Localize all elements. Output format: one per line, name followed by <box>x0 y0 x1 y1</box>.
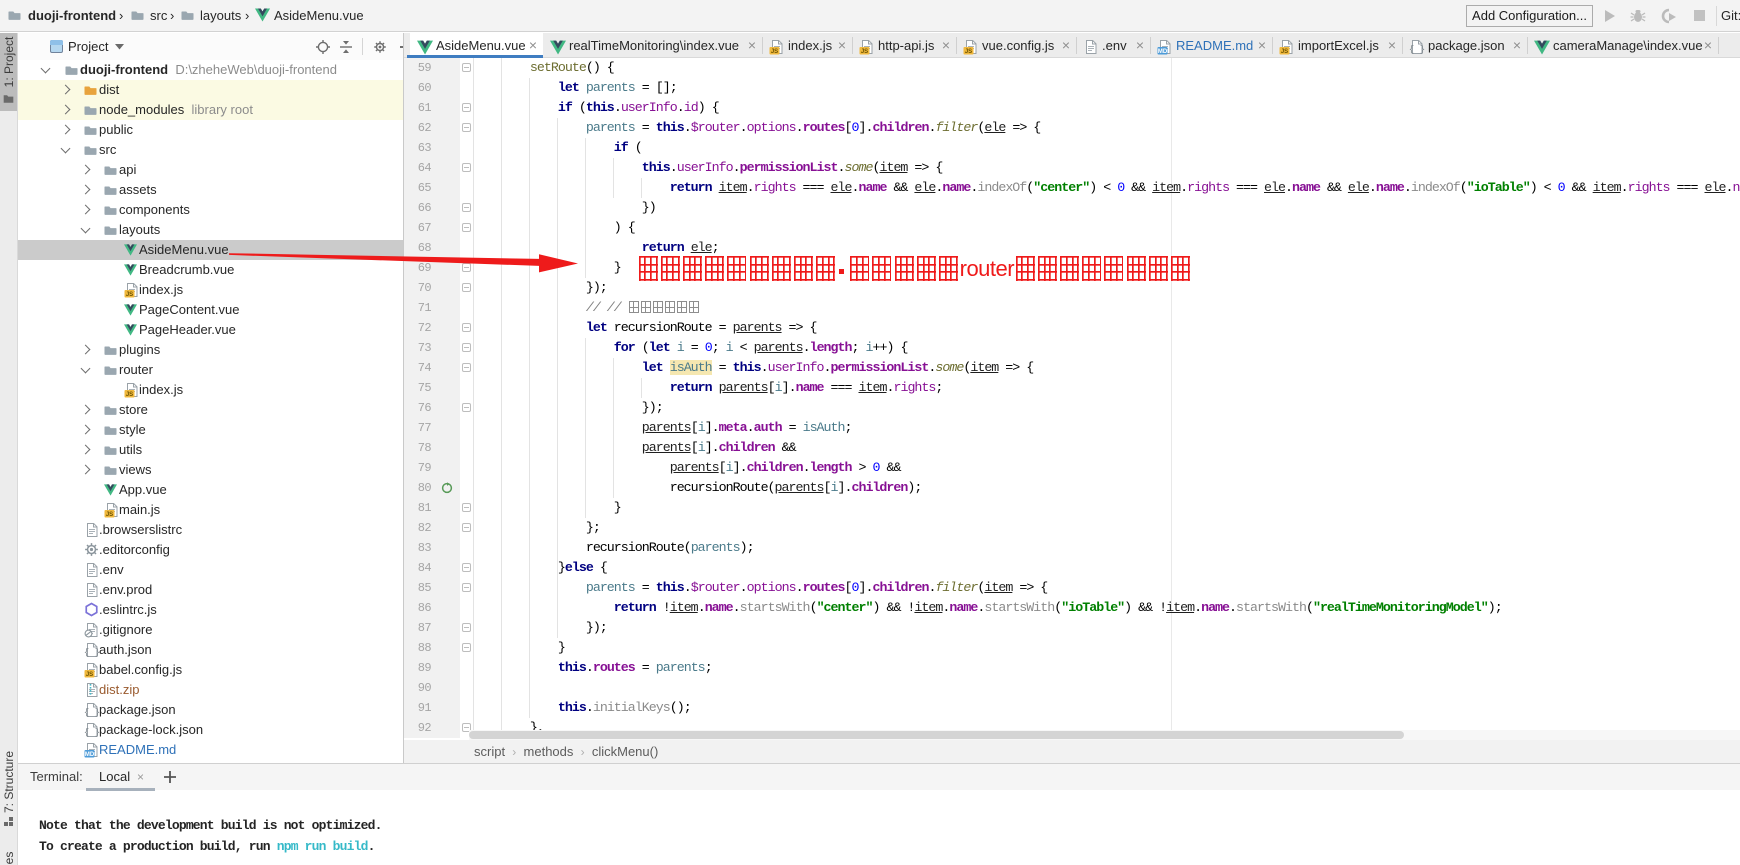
svg-text:MD: MD <box>1158 49 1168 55</box>
svg-text:{ }: { } <box>84 728 100 738</box>
svg-text:JS: JS <box>86 672 93 678</box>
svg-text:JS: JS <box>965 49 972 55</box>
svg-text:JS: JS <box>126 392 133 398</box>
svg-text:{ }: { } <box>84 648 100 658</box>
svg-text:{ }: { } <box>1409 45 1425 55</box>
svg-text:{ }: { } <box>84 708 100 718</box>
svg-text:JS: JS <box>126 292 133 298</box>
svg-text:JS: JS <box>106 512 113 518</box>
svg-text:JS: JS <box>1281 49 1288 55</box>
svg-text:MD: MD <box>85 752 95 758</box>
svg-text:JS: JS <box>861 49 868 55</box>
svg-text:JS: JS <box>771 49 778 55</box>
